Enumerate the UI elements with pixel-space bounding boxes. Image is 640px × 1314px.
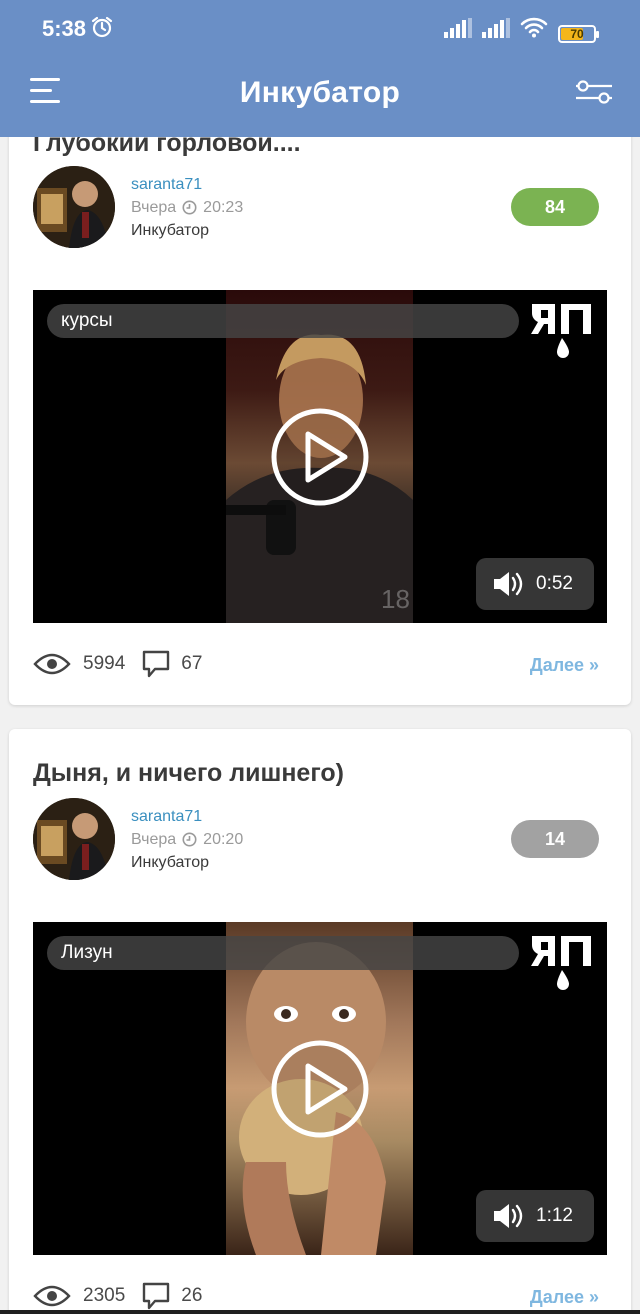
eye-icon: [33, 1285, 71, 1307]
filter-button[interactable]: [574, 78, 614, 106]
yap-logo-icon: [529, 300, 595, 365]
page-title: Инкубатор: [239, 76, 401, 109]
filter-sliders-icon: [576, 80, 612, 104]
author-name[interactable]: saranta71: [131, 805, 243, 828]
avatar-image: [33, 798, 115, 880]
post-stats: 5994 67: [33, 649, 202, 679]
yap-logo-icon: [529, 932, 595, 997]
rating-badge[interactable]: 14: [511, 820, 599, 858]
post-stats: 2305 26: [33, 1281, 202, 1311]
post-time: 20:20: [203, 831, 244, 848]
video-watermark-icon: 18: [381, 584, 410, 614]
cellular-signal-2-icon: [482, 18, 510, 43]
post-time: 20:23: [203, 199, 244, 216]
app-header: 5:38 70 Инкубатор: [0, 0, 640, 137]
author-name[interactable]: saranta71: [131, 173, 243, 196]
post-date: Вчера 20:20: [131, 828, 243, 851]
comments-count[interactable]: 26: [181, 1285, 202, 1307]
post-title[interactable]: Дыня, и ничего лишнего): [33, 759, 344, 788]
post-date-label: Вчера: [131, 199, 177, 216]
status-time: 5:38: [42, 16, 87, 41]
author-avatar[interactable]: [33, 166, 115, 248]
read-more-link[interactable]: Далее »: [530, 1287, 599, 1308]
comment-icon[interactable]: [141, 1281, 171, 1311]
video-duration: 1:12: [536, 1205, 573, 1226]
post-meta: saranta71 Вчера 20:23 Инкубатор: [131, 173, 243, 242]
rating-badge[interactable]: 84: [511, 188, 599, 226]
system-nav-bar: [0, 1310, 640, 1314]
wifi-icon: [520, 16, 548, 43]
video-duration-chip[interactable]: 0:52: [476, 558, 594, 610]
video-player[interactable]: Лизун 1:12: [33, 922, 607, 1255]
cellular-signal-icon: [444, 18, 472, 43]
video-label: Лизун: [47, 936, 519, 970]
battery-level: 70: [570, 27, 584, 41]
post-category[interactable]: Инкубатор: [131, 219, 243, 242]
alarm-icon: [90, 15, 114, 44]
clock-icon: [182, 832, 197, 847]
volume-icon: [494, 1204, 523, 1228]
post-date-label: Вчера: [131, 831, 177, 848]
author-avatar[interactable]: [33, 798, 115, 880]
video-duration: 0:52: [536, 573, 573, 594]
views-count: 5994: [83, 653, 126, 674]
play-icon: [271, 1040, 369, 1138]
post-card[interactable]: Дыня, и ничего лишнего) saranta71 Вчера …: [9, 729, 631, 1314]
battery-icon: 70: [558, 25, 599, 43]
eye-icon: [33, 653, 71, 675]
post-meta: saranta71 Вчера 20:20 Инкубатор: [131, 805, 243, 874]
play-button[interactable]: [270, 407, 370, 507]
post-card[interactable]: Глубокий горловой.... saranta71 Вчера 20…: [9, 105, 631, 705]
post-category[interactable]: Инкубатор: [131, 851, 243, 874]
volume-icon: [494, 572, 523, 596]
play-button[interactable]: [270, 1039, 370, 1139]
avatar-image: [33, 166, 115, 248]
clock-icon: [182, 200, 197, 215]
post-date: Вчера 20:23: [131, 196, 243, 219]
comments-count[interactable]: 67: [181, 653, 202, 675]
read-more-link[interactable]: Далее »: [530, 655, 599, 676]
status-icons: 70: [444, 16, 599, 43]
video-duration-chip[interactable]: 1:12: [476, 1190, 594, 1242]
views-count: 2305: [83, 1285, 126, 1306]
video-label: курсы: [47, 304, 519, 338]
status-bar: 5:38 70: [0, 0, 640, 60]
video-player[interactable]: курсы 18 0:52: [33, 290, 607, 623]
play-icon: [271, 408, 369, 506]
comment-icon[interactable]: [141, 649, 171, 679]
